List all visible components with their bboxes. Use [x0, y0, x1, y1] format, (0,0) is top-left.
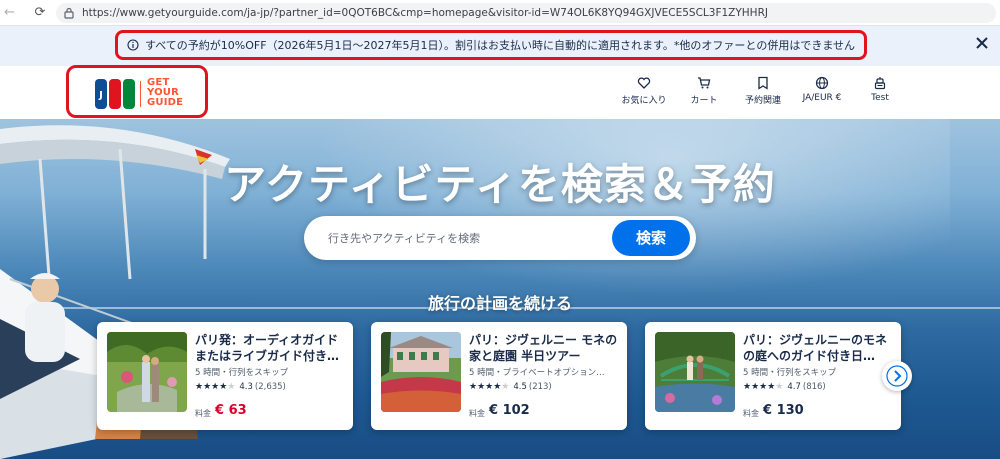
- lock-icon: [64, 7, 74, 19]
- rating-count: (2,635): [254, 382, 286, 392]
- nav-profile[interactable]: Test: [866, 76, 894, 103]
- activity-thumbnail: [107, 332, 187, 412]
- url-bar[interactable]: https://www.getyourguide.com/ja-jp/?part…: [56, 2, 996, 23]
- price-label: 料金: [195, 409, 211, 418]
- activity-thumbnail: [655, 332, 735, 412]
- card-rating: ★★★★★ 4.5 (213): [469, 382, 552, 392]
- rating-count: (213): [528, 382, 552, 392]
- card-meta: 5 時間・プライベートオプション…: [469, 368, 605, 378]
- activity-card[interactable]: パリ発：オーディオガイドまたはライブガイド付き… 5 時間・行列をスキップ ★★…: [97, 322, 353, 430]
- jcb-letter-j: J: [98, 90, 103, 101]
- rating-count: (816): [802, 382, 826, 392]
- nav-wishlist-label: お気に入り: [621, 96, 667, 106]
- nav-bookings-label: 予約関連: [744, 96, 781, 106]
- rating-score: 4.3: [239, 382, 253, 392]
- search-button[interactable]: 検索: [612, 220, 690, 256]
- card-rating: ★★★★★ 4.3 (2,635): [195, 382, 286, 392]
- activity-card[interactable]: パリ：ジヴェルニー モネの家と庭園 半日ツアー 5 時間・プライベートオプション…: [371, 322, 627, 430]
- promo-text: すべての予約が10%OFF（2026年5月1日〜2027年5月1日）。割引はお支…: [145, 39, 855, 52]
- rating-stars: ★★★★★: [469, 382, 510, 392]
- url-text: https://www.getyourguide.com/ja-jp/?part…: [82, 6, 768, 19]
- card-title: パリ：ジヴェルニーのモネの庭へのガイド付き日…: [743, 333, 888, 363]
- user-icon: [874, 77, 886, 90]
- price-label: 料金: [469, 409, 485, 418]
- gyg-logo-text: GET YOUR GUIDE: [147, 78, 191, 108]
- info-icon: [127, 39, 139, 51]
- logo[interactable]: J GET YOUR GUIDE: [66, 65, 208, 118]
- price-label: 料金: [743, 409, 759, 418]
- hero-section: アクティビティを検索＆予約 行き先やアクティビティを検索 検索 旅行の計画を続け…: [0, 119, 1000, 459]
- nav-language-currency[interactable]: JA/EUR €: [798, 76, 846, 103]
- nav-language-label: JA/EUR €: [802, 93, 842, 103]
- section-title: 旅行の計画を続ける: [427, 294, 572, 313]
- nav-cart-label: カート: [690, 96, 718, 106]
- carousel-next-button[interactable]: [882, 361, 912, 391]
- card-price: € 63: [215, 403, 247, 418]
- browser-address-bar: ← ⟳ https://www.getyourguide.com/ja-jp/?…: [0, 0, 1000, 26]
- rating-stars: ★★★★★: [195, 382, 236, 392]
- nav-wishlist[interactable]: お気に入り: [620, 76, 668, 106]
- chevron-right-icon: [886, 365, 908, 387]
- search-bar: 行き先やアクティビティを検索 検索: [304, 216, 696, 260]
- rating-stars: ★★★★★: [743, 382, 784, 392]
- rating-score: 4.5: [513, 382, 527, 392]
- card-meta: 5 時間・行列をスキップ: [743, 368, 837, 378]
- card-price: € 130: [763, 403, 804, 418]
- hero-title: アクティビティを検索＆予約: [224, 160, 776, 209]
- card-meta: 5 時間・行列をスキップ: [195, 368, 289, 378]
- close-icon[interactable]: [974, 35, 990, 51]
- gyg-line3: GUIDE: [147, 97, 184, 108]
- nav-cart[interactable]: カート: [686, 76, 722, 106]
- promo-highlight-box: すべての予約が10%OFF（2026年5月1日〜2027年5月1日）。割引はお支…: [115, 30, 867, 60]
- promo-banner: すべての予約が10%OFF（2026年5月1日〜2027年5月1日）。割引はお支…: [0, 26, 1000, 66]
- search-input[interactable]: 行き先やアクティビティを検索: [328, 230, 480, 246]
- card-title: パリ発：オーディオガイドまたはライブガイド付き…: [195, 333, 340, 363]
- card-title: パリ：ジヴェルニー モネの家と庭園 半日ツアー: [469, 333, 618, 363]
- logo-divider: [140, 81, 141, 107]
- globe-icon: [815, 76, 829, 90]
- site-header: J GET YOUR GUIDE お気に入り カート 予約関連 JA/EUR €…: [0, 65, 1000, 119]
- card-rating: ★★★★★ 4.7 (816): [743, 382, 826, 392]
- card-price: € 102: [489, 403, 530, 418]
- jcb-logo-icon: J: [95, 79, 135, 109]
- activity-thumbnail: [381, 332, 461, 412]
- reload-icon[interactable]: ⟳: [32, 5, 48, 20]
- nav-profile-label: Test: [871, 93, 889, 103]
- rating-score: 4.7: [787, 382, 801, 392]
- cart-icon: [698, 77, 711, 89]
- heart-icon: [637, 77, 651, 89]
- ticket-icon: [758, 76, 768, 90]
- activity-card[interactable]: パリ：ジヴェルニーのモネの庭へのガイド付き日… 5 時間・行列をスキップ ★★★…: [645, 322, 901, 430]
- nav-bookings[interactable]: 予約関連: [740, 76, 786, 106]
- back-arrow-icon[interactable]: ←: [4, 5, 18, 20]
